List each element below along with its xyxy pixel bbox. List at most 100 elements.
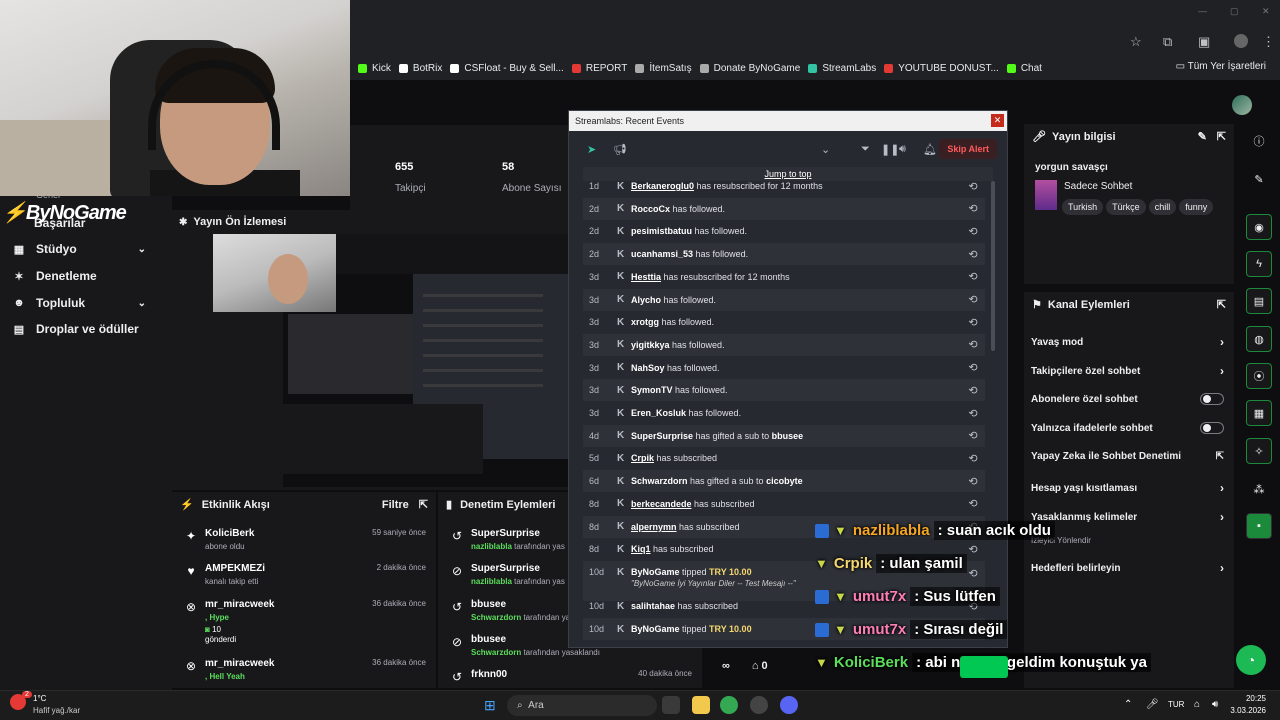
bookmark-item[interactable]: StreamLabs bbox=[808, 63, 876, 74]
replay-icon[interactable]: ⟲ bbox=[961, 316, 985, 329]
obs-icon[interactable] bbox=[750, 696, 768, 714]
bookmark-item[interactable]: REPORT bbox=[571, 63, 627, 74]
event-user[interactable]: Berkaneroglu0 bbox=[631, 181, 694, 191]
taskbar-search[interactable]: ⌕ Ara bbox=[507, 695, 657, 716]
event-user[interactable]: SymonTV bbox=[631, 385, 673, 395]
event-row[interactable]: 3d K Eren_Kosluk has followed. ⟲ bbox=[583, 402, 985, 424]
moderation-target[interactable]: bbusee bbox=[471, 599, 506, 610]
filter-icon[interactable]: ⏷ bbox=[861, 143, 870, 156]
all-bookmarks-link[interactable]: ▭ Tüm Yer İşaretleri bbox=[1176, 61, 1266, 72]
send-icon[interactable]: ➤ bbox=[587, 143, 596, 156]
bell-icon[interactable]: 🔔︎ bbox=[923, 143, 937, 156]
channel-action-item[interactable]: Takipçilere özel sohbet › bbox=[1031, 364, 1224, 378]
bookmark-item[interactable]: Chat bbox=[1006, 63, 1042, 74]
activity-user[interactable]: mr_miracweek bbox=[205, 658, 275, 669]
event-user[interactable]: Schwarzdorn bbox=[631, 476, 688, 486]
close-window-icon[interactable]: ✕ bbox=[1262, 6, 1270, 17]
skip-alert-button[interactable]: Skip Alert bbox=[939, 139, 997, 159]
popout-icon[interactable]: ⇱ bbox=[419, 498, 428, 511]
event-user[interactable]: RoccoCx bbox=[631, 204, 670, 214]
event-row[interactable]: 3d K Alycho has followed. ⟲ bbox=[583, 288, 985, 311]
external-link-icon[interactable]: ⇱ bbox=[1216, 451, 1224, 462]
megaphone-icon[interactable]: 📢︎ bbox=[613, 143, 627, 156]
toggle-switch[interactable] bbox=[1200, 422, 1224, 434]
event-row[interactable]: 2d Kucanhamsi_53 has followed. ⟲ bbox=[583, 243, 985, 266]
moderation-target[interactable]: bbusee bbox=[471, 634, 506, 645]
channel-action-item[interactable]: Abonelere özel sohbet bbox=[1031, 393, 1224, 405]
replay-icon[interactable]: ⟲ bbox=[961, 361, 985, 374]
replay-icon[interactable]: ⟲ bbox=[961, 497, 985, 510]
help-fab[interactable]: ◔ bbox=[1236, 645, 1266, 675]
chevron-right-icon[interactable]: › bbox=[1220, 481, 1224, 495]
channel-action-item[interactable]: İzleyici Yönlendir bbox=[1031, 536, 1224, 545]
chat-icon[interactable]: ◍ bbox=[1246, 326, 1272, 352]
event-user[interactable]: ByNoGame bbox=[631, 624, 680, 634]
chevron-right-icon[interactable]: › bbox=[1220, 510, 1224, 524]
popout-icon[interactable]: ⇱ bbox=[1217, 298, 1226, 311]
event-row[interactable]: 2d K RoccoCx has followed. ⟲ bbox=[583, 197, 985, 220]
event-user[interactable]: yigitkkya bbox=[631, 340, 670, 350]
event-user[interactable]: berkecandede bbox=[631, 499, 692, 509]
activity-row[interactable]: ⊗ mr_miracweek 36 dakika önce , Hell Yeah bbox=[184, 658, 426, 690]
toggle-switch[interactable] bbox=[1200, 393, 1224, 405]
replay-icon[interactable]: ⟲ bbox=[961, 293, 985, 306]
activity-user[interactable]: KoliciBerk bbox=[205, 528, 254, 539]
event-row[interactable]: 1d K Berkaneroglu0 has resubscribed for 12… bbox=[583, 181, 985, 197]
tag-chip[interactable]: Türkçe bbox=[1106, 199, 1146, 215]
sidebar-item[interactable]: ▤ Droplar ve ödüller bbox=[12, 322, 160, 336]
info-icon[interactable]: ⓘ bbox=[1246, 128, 1272, 154]
profile-avatar[interactable] bbox=[1234, 34, 1248, 48]
replay-icon[interactable]: ⟲ bbox=[961, 225, 985, 238]
volume-icon[interactable]: 🔊︎ bbox=[899, 143, 906, 156]
bookmark-item[interactable]: YOUTUBE DONUST... bbox=[884, 63, 999, 74]
event-user[interactable]: Crpik bbox=[631, 453, 654, 463]
lightning-icon[interactable]: ϟ bbox=[1246, 251, 1272, 277]
moderation-target[interactable]: SuperSurprise bbox=[471, 528, 540, 539]
close-icon[interactable]: ✕ bbox=[991, 114, 1004, 127]
game-icon[interactable]: ▪ bbox=[1246, 513, 1272, 539]
replay-icon[interactable]: ⟲ bbox=[961, 181, 985, 193]
document-icon[interactable]: ▤ bbox=[1246, 288, 1272, 314]
jump-to-top-link[interactable]: Jump to top bbox=[583, 167, 993, 181]
event-user[interactable]: pesimistbatuu bbox=[631, 226, 692, 236]
mic-tray-icon[interactable]: 🎤︎ bbox=[1146, 699, 1159, 710]
chevron-right-icon[interactable]: › bbox=[1220, 335, 1224, 349]
moderator-name[interactable]: nazliblabla bbox=[471, 577, 512, 586]
activity-row[interactable]: ♥ AMPEKMEZi 2 dakika önce kanalı takip etti bbox=[184, 563, 426, 595]
replay-icon[interactable]: ⟲ bbox=[961, 248, 985, 261]
pen-icon[interactable]: ✎ bbox=[1246, 166, 1272, 192]
event-row[interactable]: 4d K SuperSurprise has gifted a sub to bbu… bbox=[583, 424, 985, 447]
event-target-user[interactable]: bbusee bbox=[772, 431, 804, 441]
event-user[interactable]: Eren_Kosluk bbox=[631, 408, 686, 418]
replay-icon[interactable]: ⟲ bbox=[961, 452, 985, 465]
bookmark-item[interactable]: Kick bbox=[358, 63, 391, 74]
activity-user[interactable]: mr_miracweek bbox=[205, 599, 275, 610]
activity-user[interactable]: AMPEKMEZi bbox=[205, 563, 265, 574]
moderation-target[interactable]: SuperSurprise bbox=[471, 563, 540, 574]
replay-icon[interactable]: ⟲ bbox=[961, 338, 985, 351]
sidebar-item[interactable]: ▦ Stüdyo ⌄ bbox=[12, 242, 160, 256]
channel-action-item[interactable]: Yapay Zeka ile Sohbet Denetimi ⇱ bbox=[1031, 451, 1224, 462]
moderator-name[interactable]: Schwarzdorn bbox=[471, 613, 521, 622]
star-icon[interactable]: ☆ bbox=[1130, 34, 1142, 50]
discord-icon[interactable] bbox=[780, 696, 798, 714]
event-row[interactable]: 6d K Schwarzdorn has gifted a sub to cicob… bbox=[583, 470, 985, 493]
chevron-right-icon[interactable]: › bbox=[1220, 561, 1224, 575]
maximize-icon[interactable]: ▢ bbox=[1230, 6, 1239, 17]
chat-send-button[interactable] bbox=[960, 656, 1008, 678]
channel-action-item[interactable]: Hesap yaşı kısıtlaması › bbox=[1031, 481, 1224, 495]
layout-icon[interactable]: ▦ bbox=[1246, 400, 1272, 426]
tag-chip[interactable]: Turkish bbox=[1062, 199, 1104, 215]
windows-start-icon[interactable]: ⊞ bbox=[484, 697, 496, 714]
language-indicator[interactable]: TUR bbox=[1168, 700, 1184, 709]
task-view-icon[interactable] bbox=[662, 696, 680, 714]
replay-icon[interactable]: ⟲ bbox=[961, 407, 985, 420]
clock-time[interactable]: 20:25 bbox=[1232, 694, 1266, 703]
moderator-name[interactable]: Schwarzdorn bbox=[471, 648, 521, 657]
event-row[interactable]: 3d K NahSoy has followed. ⟲ bbox=[583, 357, 985, 379]
moderator-name[interactable]: nazliblabla bbox=[471, 542, 512, 551]
tray-chevron-icon[interactable]: ⌃ bbox=[1124, 699, 1132, 710]
event-user[interactable]: ucanhamsi_53 bbox=[631, 249, 693, 259]
minimize-icon[interactable]: — bbox=[1198, 6, 1207, 16]
channel-action-item[interactable]: Yavaş mod › bbox=[1031, 335, 1224, 349]
